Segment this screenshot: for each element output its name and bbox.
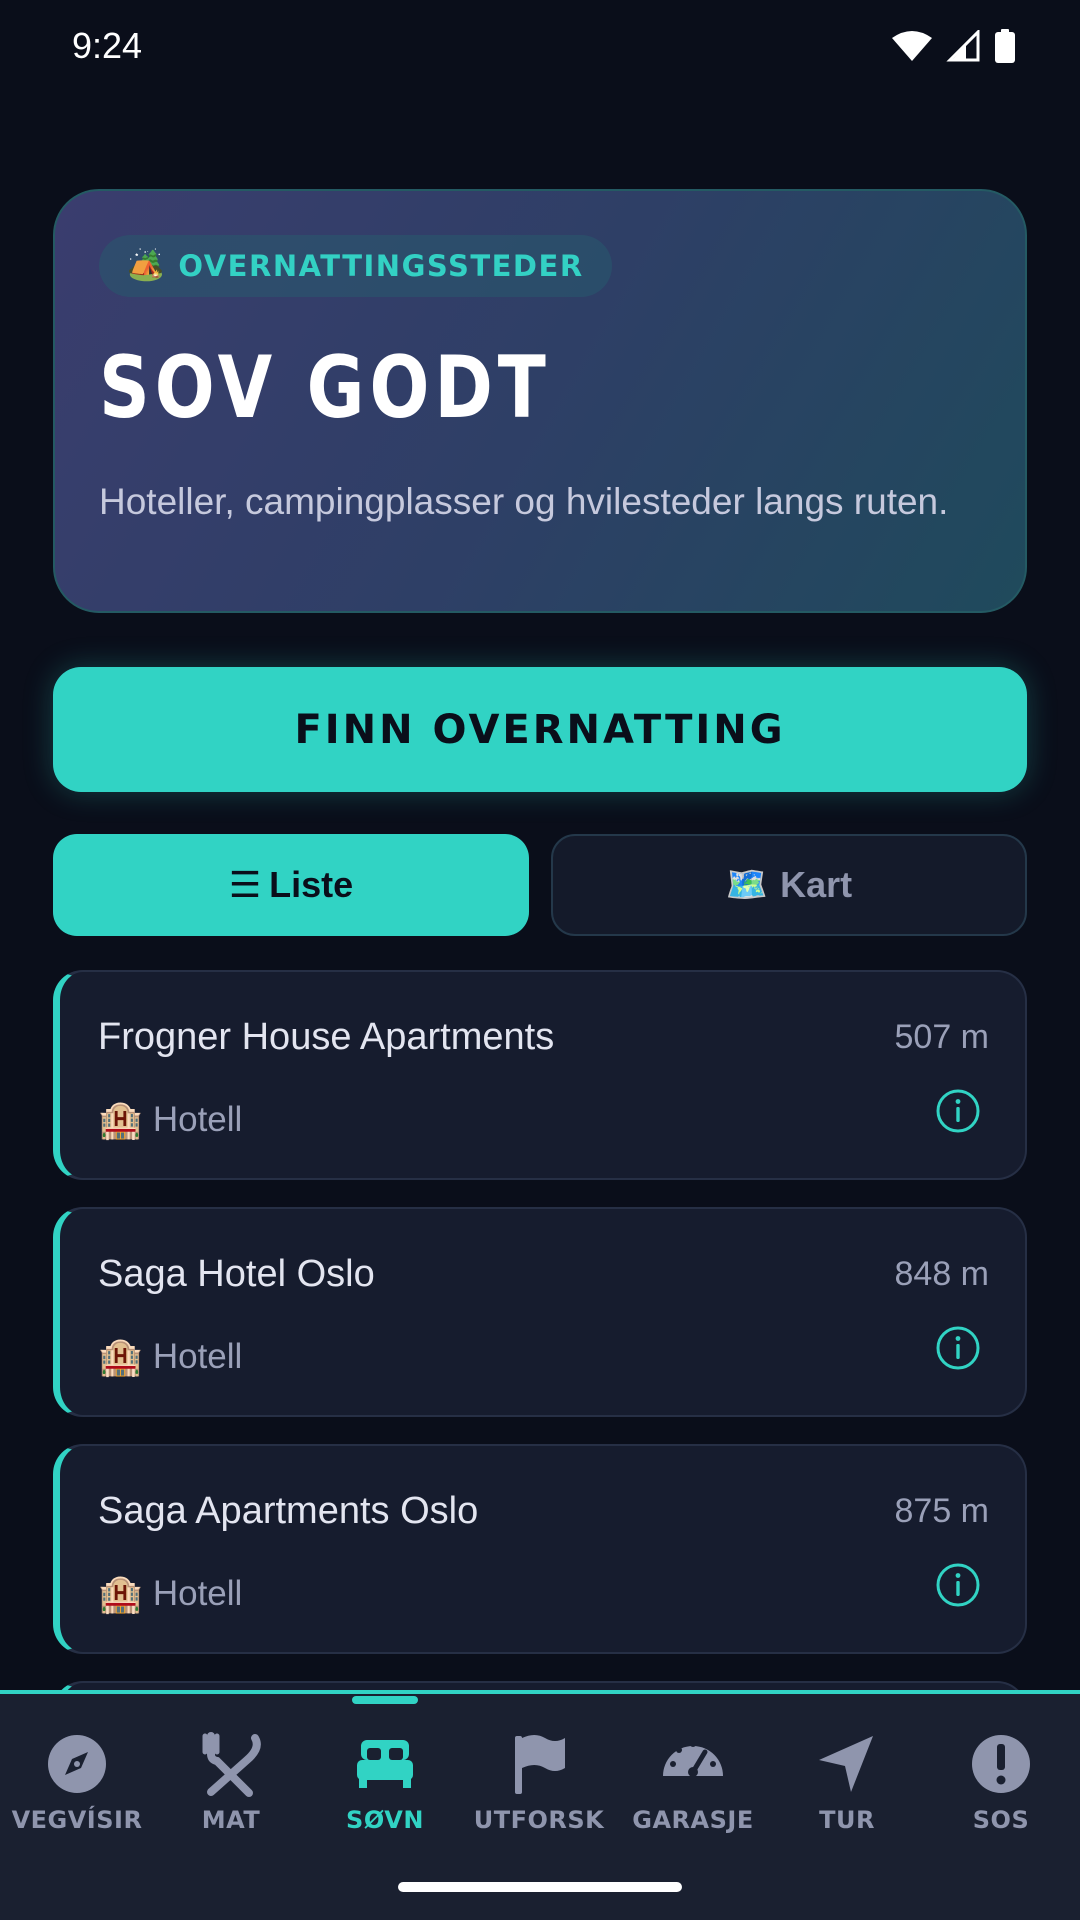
list-item[interactable]: Saga Hotel Oslo 🏨 Hotell 848 m <box>53 1207 1027 1417</box>
nav-item-utforsk[interactable]: UTFORSK <box>462 1730 616 1850</box>
map-view-label: Kart <box>780 864 853 905</box>
nav-item-tur[interactable]: TUR <box>770 1730 924 1850</box>
battery-icon <box>995 29 1015 63</box>
info-icon[interactable] <box>935 1562 981 1608</box>
status-bar: 9:24 <box>0 0 1080 92</box>
active-tab-indicator <box>352 1696 418 1704</box>
home-indicator[interactable] <box>398 1882 682 1892</box>
list-item[interactable]: Saga Apartments Oslo 🏨 Hotell 875 m <box>53 1444 1027 1654</box>
place-distance: 848 m <box>894 1255 990 1293</box>
nav-item-sos[interactable]: SOS <box>924 1730 1078 1850</box>
alert-icon <box>972 1735 1030 1793</box>
cellular-signal-icon <box>946 30 980 62</box>
info-icon[interactable] <box>935 1088 981 1134</box>
place-distance: 875 m <box>894 1492 990 1530</box>
camping-icon: 🏕️ <box>127 249 165 282</box>
nav-label: VEGVÍSIR <box>11 1806 143 1834</box>
place-distance: 507 m <box>894 1018 990 1056</box>
page-subtitle: Hoteller, campingplasser og hvilesteder … <box>99 481 949 522</box>
map-icon: 🗺️ <box>725 866 769 904</box>
place-type: 🏨 Hotell <box>98 1337 242 1377</box>
hotel-icon: 🏨 <box>98 1336 143 1377</box>
map-view-toggle[interactable]: 🗺️ Kart <box>551 834 1027 936</box>
find-accommodation-button-label: FINN OVERNATTING <box>294 706 786 753</box>
list-view-toggle[interactable]: ☰ Liste <box>53 834 529 936</box>
page-title: SOV GODT <box>99 338 551 438</box>
nav-item-mat[interactable]: MAT <box>154 1730 308 1850</box>
list-icon: ☰ <box>228 864 262 905</box>
place-type-label: Hotell <box>152 1574 243 1613</box>
nav-label: UTFORSK <box>473 1806 605 1834</box>
nav-label: SØVN <box>346 1806 424 1834</box>
list-view-label: Liste <box>269 864 354 905</box>
wifi-icon <box>892 31 932 61</box>
status-time: 9:24 <box>72 25 143 66</box>
place-type-label: Hotell <box>152 1337 243 1376</box>
place-type: 🏨 Hotell <box>98 1100 242 1140</box>
hero-card: 🏕️ OVERNATTINGSSTEDER SOV GODT Hoteller,… <box>53 189 1027 613</box>
category-badge-label: OVERNATTINGSSTEDER <box>178 249 584 283</box>
nav-label: GARASJE <box>632 1806 754 1834</box>
nav-item-vegvisir[interactable]: VEGVÍSIR <box>0 1730 154 1850</box>
nav-label: MAT <box>201 1806 261 1834</box>
utensils-icon <box>202 1732 261 1797</box>
nav-item-garasje[interactable]: GARASJE <box>616 1730 770 1850</box>
category-badge: 🏕️ OVERNATTINGSSTEDER <box>99 235 612 297</box>
place-name: Saga Hotel Oslo <box>98 1253 375 1295</box>
bed-icon <box>357 1740 413 1788</box>
flag-icon <box>515 1735 565 1794</box>
hotel-icon: 🏨 <box>98 1573 143 1614</box>
place-name: Frogner House Apartments <box>98 1016 555 1058</box>
info-icon[interactable] <box>935 1325 981 1371</box>
list-item[interactable]: Frogner House Apartments 🏨 Hotell 507 m <box>53 970 1027 1180</box>
nav-item-sovn[interactable]: SØVN <box>308 1730 462 1850</box>
navigation-arrow-icon <box>819 1736 873 1792</box>
hotel-icon: 🏨 <box>98 1099 143 1140</box>
place-type-label: Hotell <box>152 1100 243 1139</box>
place-type: 🏨 Hotell <box>98 1574 242 1614</box>
nav-label: TUR <box>819 1806 875 1834</box>
status-icons <box>892 29 1016 63</box>
find-accommodation-button[interactable]: FINN OVERNATTING <box>53 667 1027 792</box>
nav-label: SOS <box>972 1806 1030 1834</box>
speedometer-icon <box>663 1741 723 1777</box>
compass-icon <box>48 1735 106 1793</box>
place-name: Saga Apartments Oslo <box>98 1490 479 1532</box>
